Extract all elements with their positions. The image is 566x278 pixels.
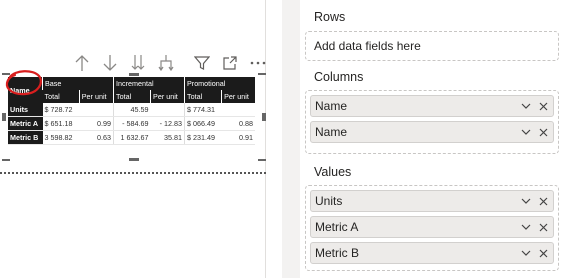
field-pill-label: Name — [315, 125, 348, 139]
value-field-pill[interactable]: Metric A — [310, 216, 554, 238]
matrix-row: Units $ 728.72 45.59 $ 774.31 — [8, 103, 255, 117]
resize-handle-top[interactable] — [129, 73, 139, 76]
matrix-cell: - 584.69 — [112, 116, 151, 131]
field-pill-label: Name — [315, 99, 348, 113]
chevron-down-icon[interactable] — [519, 122, 533, 142]
chevron-down-icon[interactable] — [519, 96, 533, 116]
matrix-row: Metric B 3 598.82 0.63 1 632.67 35.81 $ … — [8, 130, 255, 145]
matrix-cell — [150, 103, 185, 117]
rows-placeholder: Add data fields here — [314, 39, 421, 53]
arrow-up-icon[interactable] — [68, 52, 96, 74]
canvas-page-boundary — [0, 172, 266, 174]
matrix-cell: 35.81 — [150, 130, 185, 145]
matrix-cell: 0.63 — [79, 130, 114, 145]
matrix-cell — [79, 103, 114, 117]
resize-handle-corner-bl[interactable] — [2, 159, 10, 161]
annotation-circle-icon — [5, 70, 42, 96]
values-section-title: Values — [314, 165, 352, 179]
values-dropzone[interactable]: Units Metric A Metric B — [305, 185, 559, 271]
columns-dropzone[interactable]: Name Name — [305, 90, 559, 154]
matrix-cell: 0.88 — [221, 116, 255, 131]
matrix-cell: 45.59 — [112, 103, 151, 117]
matrix-cell: $ 066.49 — [183, 116, 222, 131]
matrix-subheader-row: Total Per unit Total Per unit Total Per … — [8, 90, 255, 103]
more-options-icon[interactable] — [244, 52, 272, 74]
value-field-pill[interactable]: Units — [310, 190, 554, 212]
matrix-cell: 0.91 — [221, 130, 255, 145]
arrow-down-icon[interactable] — [96, 52, 124, 74]
close-icon[interactable] — [536, 191, 550, 211]
matrix-row: Metric A $ 651.18 0.99 - 584.69 - 12.83 … — [8, 116, 255, 131]
close-icon[interactable] — [536, 96, 550, 116]
matrix-cell — [221, 103, 255, 117]
filter-icon[interactable] — [188, 52, 216, 74]
matrix-cell: $ 774.31 — [183, 103, 222, 117]
column-field-pill[interactable]: Name — [310, 121, 554, 143]
matrix-subheader[interactable]: Per unit — [221, 90, 255, 103]
matrix-cell: 1 632.67 — [112, 130, 151, 145]
matrix-row-header[interactable]: Units — [8, 103, 43, 117]
column-field-pill[interactable]: Name — [310, 95, 554, 117]
focus-mode-icon[interactable] — [216, 52, 244, 74]
columns-section-title: Columns — [314, 70, 364, 84]
chevron-down-icon[interactable] — [519, 243, 533, 263]
resize-handle-corner-tr[interactable] — [258, 73, 266, 75]
matrix-subheader[interactable]: Per unit — [78, 90, 114, 103]
matrix-group-header[interactable]: Incremental — [113, 77, 185, 90]
close-icon[interactable] — [536, 217, 550, 237]
matrix-group-header[interactable]: Promotional — [184, 77, 255, 90]
matrix-subheader[interactable]: Total — [42, 90, 80, 103]
double-arrow-down-icon[interactable] — [124, 52, 152, 74]
chevron-down-icon[interactable] — [519, 191, 533, 211]
matrix-row-header[interactable]: Metric A — [8, 116, 43, 131]
expand-down-icon[interactable] — [152, 52, 180, 74]
matrix-cell: $ 231.49 — [183, 130, 222, 145]
matrix-group-header[interactable]: Base — [42, 77, 114, 90]
matrix-subheader[interactable]: Per unit — [150, 90, 185, 103]
resize-handle-corner-br[interactable] — [258, 159, 266, 161]
matrix-cell: 0.99 — [79, 116, 114, 131]
matrix-cell: 3 598.82 — [42, 130, 80, 145]
close-icon[interactable] — [536, 243, 550, 263]
matrix-cell: - 12.83 — [150, 116, 185, 131]
close-icon[interactable] — [536, 122, 550, 142]
field-pill-label: Units — [315, 194, 343, 208]
report-canvas: Name Base Incremental Promotional Total … — [0, 0, 282, 278]
matrix-subheader[interactable]: Total — [112, 90, 151, 103]
visual-header — [68, 52, 272, 74]
fields-pane: Rows Add data fields here Columns Name N… — [282, 0, 566, 278]
matrix-cell: $ 651.18 — [42, 116, 80, 131]
resize-handle-bottom[interactable] — [129, 158, 139, 161]
matrix-subheader[interactable]: Total — [183, 90, 222, 103]
value-field-pill[interactable]: Metric B — [310, 242, 554, 264]
rows-section-title: Rows — [314, 10, 346, 24]
matrix-group-header-row: Name Base Incremental Promotional — [8, 77, 255, 103]
matrix-table: Name Base Incremental Promotional Total … — [8, 77, 255, 145]
matrix-row-header[interactable]: Metric B — [8, 130, 43, 145]
rows-dropzone[interactable]: Add data fields here — [305, 31, 559, 61]
field-pill-label: Metric A — [315, 220, 359, 234]
resize-handle-left[interactable] — [2, 113, 6, 121]
chevron-down-icon[interactable] — [519, 217, 533, 237]
resize-handle-right[interactable] — [262, 113, 266, 121]
field-pill-label: Metric B — [315, 246, 360, 260]
matrix-cell: $ 728.72 — [42, 103, 80, 117]
